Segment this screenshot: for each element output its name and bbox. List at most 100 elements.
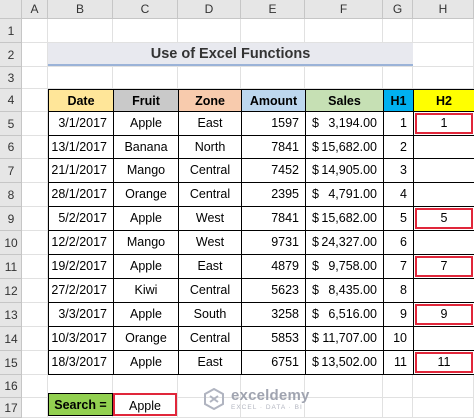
- header-zone[interactable]: Zone: [178, 89, 242, 112]
- cell-amount[interactable]: 5623: [242, 279, 306, 303]
- cell-sales[interactable]: $6,516.00: [306, 303, 384, 327]
- row-header-9[interactable]: 9: [0, 207, 22, 231]
- cell-date[interactable]: 5/2/2017: [48, 207, 114, 231]
- cell-h2[interactable]: [414, 327, 474, 351]
- column-header-g[interactable]: G: [383, 0, 413, 19]
- header-h1[interactable]: H1: [383, 89, 414, 112]
- cell-sales[interactable]: $11,707.00: [306, 327, 384, 351]
- cell-zone[interactable]: Central: [179, 159, 242, 183]
- column-header-a[interactable]: A: [22, 0, 48, 19]
- cell-date[interactable]: 28/1/2017: [48, 183, 114, 207]
- cell-fruit[interactable]: Banana: [114, 136, 179, 159]
- cell-fruit[interactable]: Apple: [114, 255, 179, 279]
- cell-fruit[interactable]: Orange: [114, 183, 179, 207]
- cell-h2[interactable]: [414, 279, 474, 303]
- header-h2[interactable]: H2: [413, 89, 474, 112]
- cell-sales[interactable]: $3,194.00: [306, 112, 384, 136]
- row-header-10[interactable]: 10: [0, 231, 22, 255]
- row-header-12[interactable]: 12: [0, 279, 22, 303]
- cell-fruit[interactable]: Mango: [114, 159, 179, 183]
- cell-date[interactable]: 19/2/2017: [48, 255, 114, 279]
- cell-fruit[interactable]: Orange: [114, 327, 179, 351]
- row-header-11[interactable]: 11: [0, 255, 22, 279]
- cell-amount[interactable]: 1597: [242, 112, 306, 136]
- column-header-b[interactable]: B: [48, 0, 113, 19]
- cell-date[interactable]: 13/1/2017: [48, 136, 114, 159]
- cell-amount[interactable]: 7452: [242, 159, 306, 183]
- cell-sales[interactable]: $15,682.00: [306, 207, 384, 231]
- cell-date[interactable]: 27/2/2017: [48, 279, 114, 303]
- cell-amount[interactable]: 7841: [242, 136, 306, 159]
- cell-amount[interactable]: 5853: [242, 327, 306, 351]
- row-header-2[interactable]: 2: [0, 43, 22, 67]
- cell-h1[interactable]: 6: [384, 231, 414, 255]
- cell-fruit[interactable]: Mango: [114, 231, 179, 255]
- cell-h1[interactable]: 11: [384, 351, 414, 375]
- row-header-16[interactable]: 16: [0, 375, 22, 398]
- cell-h2[interactable]: [414, 159, 474, 183]
- cell-date[interactable]: 18/3/2017: [48, 351, 114, 375]
- cell-h1[interactable]: 2: [384, 136, 414, 159]
- cell-sales[interactable]: $4,791.00: [306, 183, 384, 207]
- cell-fruit[interactable]: Apple: [114, 112, 179, 136]
- cell-h1[interactable]: 7: [384, 255, 414, 279]
- cell-h1[interactable]: 10: [384, 327, 414, 351]
- cell-sales[interactable]: $9,758.00: [306, 255, 384, 279]
- cell-amount[interactable]: 7841: [242, 207, 306, 231]
- cell-zone[interactable]: West: [179, 207, 242, 231]
- cell-sales[interactable]: $24,327.00: [306, 231, 384, 255]
- cell-zone[interactable]: East: [179, 255, 242, 279]
- cell-amount[interactable]: 2395: [242, 183, 306, 207]
- cell-sales[interactable]: $15,682.00: [306, 136, 384, 159]
- search-value-cell[interactable]: Apple: [113, 393, 177, 416]
- row-header-13[interactable]: 13: [0, 303, 22, 327]
- row-header-1[interactable]: 1: [0, 19, 22, 43]
- row-header-17[interactable]: 17: [0, 398, 22, 418]
- cell-fruit[interactable]: Apple: [114, 303, 179, 327]
- header-fruit[interactable]: Fruit: [113, 89, 179, 112]
- cell-zone[interactable]: Central: [179, 327, 242, 351]
- cell-h1[interactable]: 5: [384, 207, 414, 231]
- cell-sales[interactable]: $8,435.00: [306, 279, 384, 303]
- column-header-e[interactable]: E: [241, 0, 305, 19]
- row-header-14[interactable]: 14: [0, 327, 22, 351]
- cell-h1[interactable]: 3: [384, 159, 414, 183]
- cell-h1[interactable]: 4: [384, 183, 414, 207]
- column-header-f[interactable]: F: [305, 0, 383, 19]
- header-date[interactable]: Date: [48, 89, 114, 112]
- cell-sales[interactable]: $13,502.00: [306, 351, 384, 375]
- column-header-c[interactable]: C: [113, 0, 178, 19]
- cell-fruit[interactable]: Apple: [114, 207, 179, 231]
- row-header-7[interactable]: 7: [0, 159, 22, 183]
- cell-amount[interactable]: 9731: [242, 231, 306, 255]
- cell-zone[interactable]: West: [179, 231, 242, 255]
- cell-h2[interactable]: [414, 183, 474, 207]
- cell-amount[interactable]: 4879: [242, 255, 306, 279]
- cell-sales[interactable]: $14,905.00: [306, 159, 384, 183]
- row-header-5[interactable]: 5: [0, 112, 22, 136]
- column-header-h[interactable]: H: [413, 0, 474, 19]
- cell-amount[interactable]: 6751: [242, 351, 306, 375]
- row-header-3[interactable]: 3: [0, 67, 22, 89]
- row-header-6[interactable]: 6: [0, 136, 22, 159]
- cell-date[interactable]: 3/3/2017: [48, 303, 114, 327]
- cell-date[interactable]: 21/1/2017: [48, 159, 114, 183]
- cell-h2[interactable]: [414, 136, 474, 159]
- cell-h2[interactable]: [414, 231, 474, 255]
- cell-h1[interactable]: 1: [384, 112, 414, 136]
- column-header-d[interactable]: D: [178, 0, 241, 19]
- cell-zone[interactable]: Central: [179, 279, 242, 303]
- cell-fruit[interactable]: Apple: [114, 351, 179, 375]
- header-amount[interactable]: Amount: [241, 89, 306, 112]
- cell-amount[interactable]: 3258: [242, 303, 306, 327]
- cell-date[interactable]: 3/1/2017: [48, 112, 114, 136]
- cell-date[interactable]: 10/3/2017: [48, 327, 114, 351]
- cell-fruit[interactable]: Kiwi: [114, 279, 179, 303]
- cell-date[interactable]: 12/2/2017: [48, 231, 114, 255]
- cell-zone[interactable]: East: [179, 351, 242, 375]
- cell-zone[interactable]: North: [179, 136, 242, 159]
- select-all-corner[interactable]: [0, 0, 22, 19]
- header-sales[interactable]: Sales: [305, 89, 384, 112]
- row-header-8[interactable]: 8: [0, 183, 22, 207]
- row-header-4[interactable]: 4: [0, 89, 22, 112]
